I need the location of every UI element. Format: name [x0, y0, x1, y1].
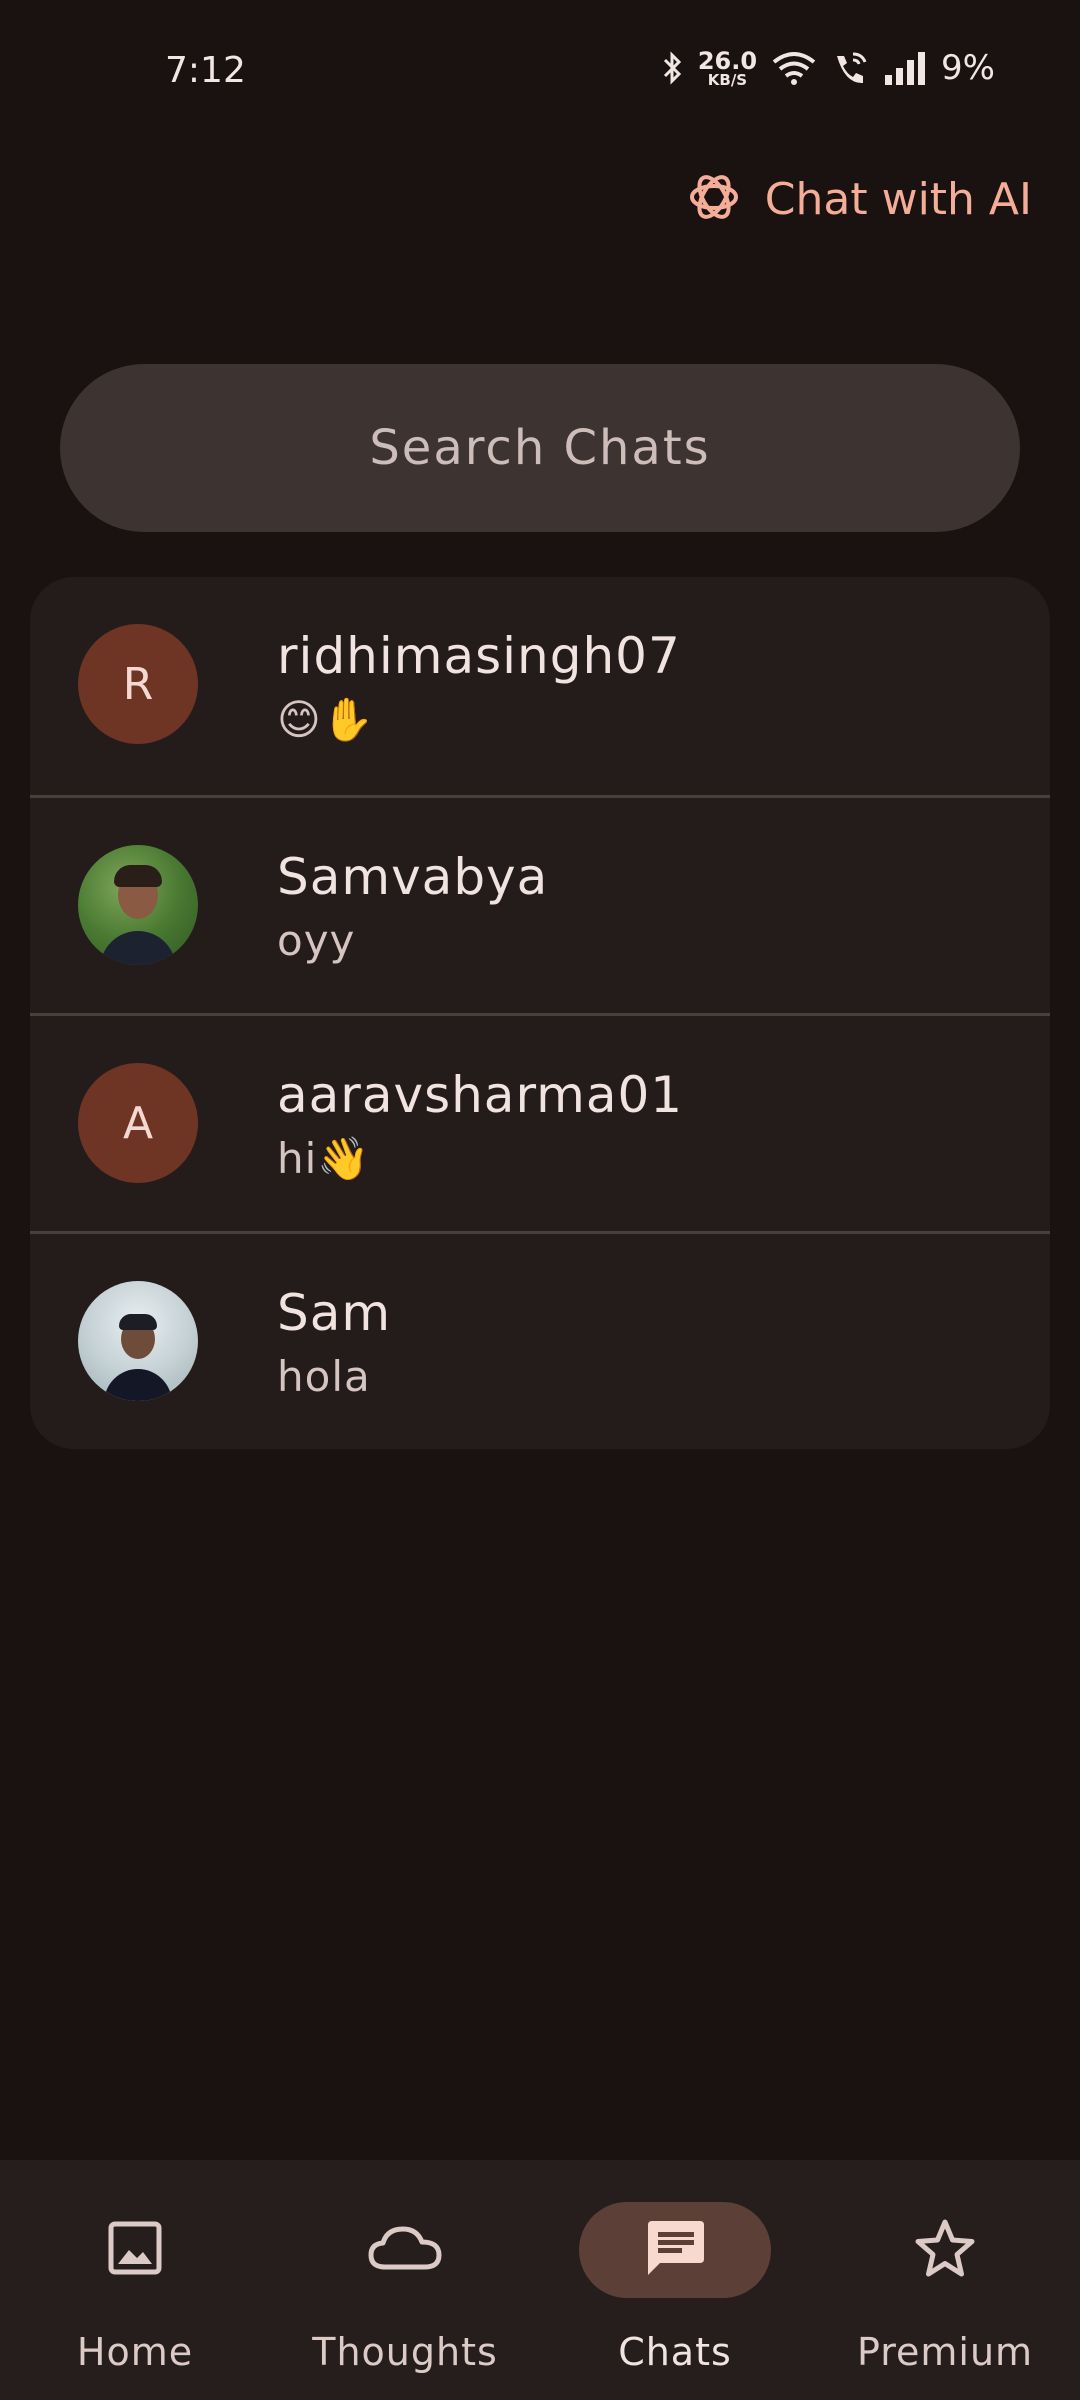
chat-name: aaravsharma01 [277, 1066, 684, 1124]
search-chats-input[interactable]: Search Chats [60, 364, 1020, 532]
chat-name: Sam [277, 1284, 392, 1342]
chat-icon [644, 2217, 706, 2283]
nav-item-chats[interactable]: Chats [540, 2160, 810, 2400]
chat-list-item[interactable]: Samvabya oyy [30, 795, 1050, 1013]
chats-screen: 7:12 26.0 KB/S 9% Chat with AI Search Ch… [0, 0, 1080, 2400]
search-placeholder: Search Chats [369, 420, 711, 476]
chat-last-message: oyy [277, 916, 356, 965]
network-speed: 26.0 KB/S [698, 49, 757, 88]
avatar-body [104, 1369, 172, 1401]
chat-list-item[interactable]: R ridhimasingh07 😊✋ [30, 577, 1050, 795]
chat-list: R ridhimasingh07 😊✋ Samvabya oyy A aarav… [30, 577, 1050, 1449]
nav-icon-container [39, 2202, 231, 2298]
battery-level: 9% [941, 48, 995, 88]
chat-name: Samvabya [277, 848, 549, 906]
image-icon [107, 2220, 163, 2280]
star-icon [914, 2218, 976, 2282]
nav-icon-container [849, 2202, 1041, 2298]
chat-list-item[interactable]: Sam hola [30, 1231, 1050, 1449]
nav-icon-container [309, 2202, 501, 2298]
nav-label-chats: Chats [618, 2330, 732, 2374]
avatar: A [78, 1063, 198, 1183]
wifi-icon [771, 50, 817, 86]
nav-icon-container [579, 2202, 771, 2298]
cloud-icon [367, 2223, 443, 2277]
chat-last-message: hi👋 [277, 1134, 371, 1183]
chat-last-message: 😊✋ [277, 695, 376, 744]
chat-last-message: hola [277, 1352, 371, 1401]
chat-with-ai-button[interactable]: Chat with AI [685, 168, 1032, 230]
avatar [78, 845, 198, 965]
nav-label-home: Home [76, 2330, 194, 2374]
bluetooth-icon [662, 51, 684, 85]
chat-name: ridhimasingh07 [277, 627, 681, 685]
avatar-hair [119, 1314, 157, 1330]
network-speed-unit: KB/S [707, 70, 748, 89]
chat-with-ai-label: Chat with AI [764, 173, 1032, 225]
status-icons: 26.0 KB/S 9% [662, 48, 995, 88]
nav-item-home[interactable]: Home [0, 2160, 270, 2400]
status-time: 7:12 [165, 50, 246, 91]
avatar-hair [114, 865, 162, 887]
nav-item-thoughts[interactable]: Thoughts [270, 2160, 540, 2400]
signal-icon [883, 51, 927, 85]
nav-label-premium: Premium [856, 2330, 1034, 2374]
nav-label-thoughts: Thoughts [312, 2330, 498, 2374]
openai-logo-icon [685, 168, 743, 230]
wifi-calling-icon [831, 50, 869, 86]
status-bar: 7:12 26.0 KB/S 9% [0, 0, 1080, 145]
nav-item-premium[interactable]: Premium [810, 2160, 1080, 2400]
network-speed-value: 26.0 [697, 46, 758, 75]
avatar-body [100, 931, 176, 965]
bottom-navigation: Home Thoughts Chats Premium [0, 2160, 1080, 2400]
chat-list-item[interactable]: A aaravsharma01 hi👋 [30, 1013, 1050, 1231]
avatar: R [78, 624, 198, 744]
avatar [78, 1281, 198, 1401]
